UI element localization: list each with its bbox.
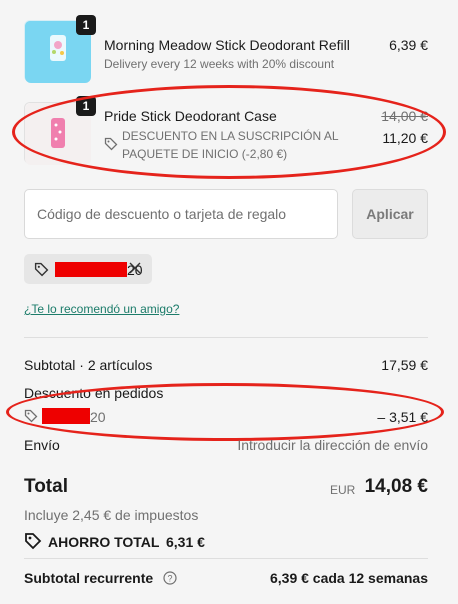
shipping-label: Envío xyxy=(24,437,60,453)
tag-icon xyxy=(34,262,49,282)
total-label: Total xyxy=(24,476,68,497)
divider xyxy=(24,558,428,559)
discount-description: DESCUENTO EN LA SUSCRIPCIÓN AL xyxy=(122,129,339,143)
item-subtitle: Delivery every 12 weeks with 20% discoun… xyxy=(104,57,335,71)
quantity-badge: 1 xyxy=(76,15,96,35)
item-price: 6,39 € xyxy=(389,37,428,53)
shipping-value: Introducir la dirección de envío xyxy=(237,437,428,453)
redacted-code xyxy=(55,262,127,277)
tag-icon xyxy=(24,409,38,428)
discount-code-input[interactable]: Código de descuento o tarjeta de regalo xyxy=(24,189,338,239)
discount-description: PAQUETE DE INICIO (-2,80 €) xyxy=(122,147,288,161)
tag-icon xyxy=(104,137,118,156)
currency-code: EUR xyxy=(330,483,356,497)
item-title: Morning Meadow Stick Deodorant Refill xyxy=(104,37,350,53)
savings-value: 6,31 € xyxy=(166,534,205,550)
subtotal-value: 17,59 € xyxy=(381,357,428,373)
referral-link[interactable]: ¿Te lo recomendó un amigo? xyxy=(24,302,179,316)
order-discount-value: – 3,51 € xyxy=(377,409,428,425)
help-icon[interactable]: ? xyxy=(163,571,177,590)
original-price: 14,00 € xyxy=(381,108,428,124)
recurring-value: 6,39 € cada 12 semanas xyxy=(269,570,428,586)
item-price: 11,20 € xyxy=(382,130,428,146)
svg-text:?: ? xyxy=(167,574,172,584)
apply-button[interactable]: Aplicar xyxy=(352,189,428,239)
code-suffix: 20 xyxy=(90,409,106,425)
quantity-badge: 1 xyxy=(76,96,96,116)
order-discount-label: Descuento en pedidos xyxy=(24,385,164,401)
total-value: 14,08 € xyxy=(364,476,428,497)
recurring-label: Subtotal recurrente xyxy=(24,570,154,586)
savings-tag-icon xyxy=(24,532,42,555)
item-title: Pride Stick Deodorant Case xyxy=(104,108,277,124)
taxes-note: Incluye 2,45 € de impuestos xyxy=(24,507,199,523)
divider xyxy=(24,337,428,338)
close-icon[interactable] xyxy=(128,261,142,280)
savings-label: AHORRO TOTAL xyxy=(48,534,160,550)
subtotal-label: Subtotal · 2 artículos xyxy=(24,357,153,373)
redacted-code xyxy=(42,408,90,424)
